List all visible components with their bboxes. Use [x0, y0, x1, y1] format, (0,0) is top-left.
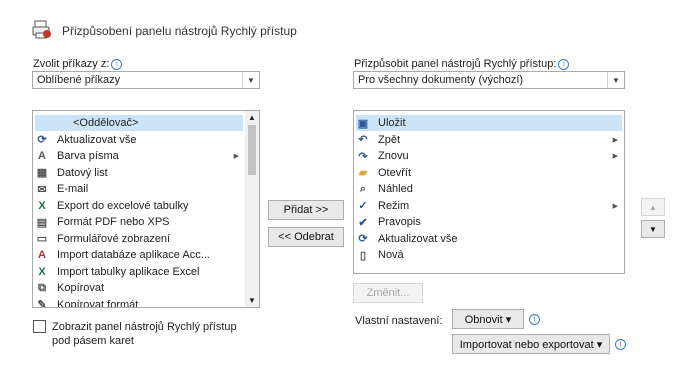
spelling-icon: ✔ — [358, 216, 368, 229]
command-item-label: E-mail — [57, 183, 89, 195]
command-item-label: Formát PDF nebo XPS — [57, 216, 170, 228]
move-up-button[interactable]: ▲ — [641, 198, 665, 216]
qat-command-item[interactable]: ✔ Pravopis — [356, 214, 622, 230]
reset-button[interactable]: Obnovit ▾ — [452, 309, 524, 329]
refresh-all-icon: ⟳ — [37, 134, 47, 146]
info-icon[interactable]: i — [527, 313, 540, 325]
qat-command-item-label: Náhled — [378, 183, 413, 195]
move-down-button[interactable]: ▼ — [641, 220, 665, 238]
command-item[interactable]: <Oddělovač> — [35, 115, 243, 131]
command-item[interactable]: X Import tabulky aplikace Excel — [35, 264, 243, 280]
qat-command-item[interactable]: ↷ Znovu ▶ — [356, 148, 622, 164]
qat-commands-list[interactable]: ▣ Uložit ↶ Zpět ▶ ↷ Znovu ▶ ▰ Otevřít ⌕ Náhled ✓ Reži… — [353, 110, 625, 274]
form-view-icon: ▭ — [36, 233, 48, 245]
command-item[interactable]: ▤ Formát PDF nebo XPS — [35, 214, 243, 230]
command-item-label: Import tabulky aplikace Excel — [57, 265, 200, 278]
add-button[interactable]: Přidat >> — [268, 200, 344, 220]
qat-command-item[interactable]: ✓ Režim ▶ — [356, 198, 622, 214]
submenu-arrow-icon: ▶ — [612, 153, 618, 160]
excel-export-icon: X — [38, 199, 46, 212]
datasheet-icon: ▦ — [36, 167, 48, 179]
custom-settings-label: Vlastní nastavení: — [355, 315, 443, 327]
qat-command-item-label: Znovu — [378, 150, 409, 162]
pdf-xps-icon: ▤ — [36, 216, 48, 229]
qat-command-item[interactable]: ▯ Nová — [356, 247, 622, 263]
command-item-label: Barva písma — [57, 150, 119, 162]
qat-command-item[interactable]: ▰ Otevřít — [356, 165, 622, 181]
dialog-title: Přizpůsobení panelu nástrojů Rychlý přís… — [62, 24, 297, 38]
redo-icon: ↷ — [358, 150, 368, 163]
command-item[interactable]: ⧉ Kopírovat — [35, 280, 243, 296]
command-item[interactable]: A Barva písma ▶ — [35, 148, 243, 164]
scroll-thumb[interactable] — [248, 125, 256, 175]
scrollbar[interactable]: ▲ ▼ — [245, 111, 259, 307]
command-item-label: Aktualizovat vše — [57, 133, 137, 146]
excel-import-icon: X — [38, 265, 46, 278]
show-below-ribbon-label-2: pod pásem karet — [52, 335, 134, 347]
submenu-arrow-icon: ▶ — [612, 136, 618, 144]
qat-command-item-label: Otevřít — [378, 166, 412, 179]
scroll-down-icon[interactable]: ▼ — [245, 296, 259, 305]
command-item[interactable]: ✎ Kopírovat formát — [35, 297, 243, 308]
command-item-label: <Oddělovač> — [73, 117, 139, 129]
command-item[interactable]: ▦ Datový list — [35, 165, 243, 181]
qat-command-item-label: Zpět — [378, 133, 401, 146]
qat-command-item-label: Nová — [378, 249, 404, 261]
commands-list[interactable]: <Oddělovač> ⟳ Aktualizovat vše A Barva písma… — [32, 110, 260, 308]
new-document-icon: ▯ — [359, 249, 367, 262]
command-item[interactable]: A Import databáze aplikace Acc... — [35, 247, 243, 263]
chevron-down-icon: ▼ — [607, 72, 624, 88]
print-preview-icon: ⌕ — [359, 182, 367, 195]
qat-command-item[interactable]: ▣ Uložit — [356, 115, 622, 131]
font-color-icon: A — [38, 150, 46, 162]
header-icon — [32, 19, 52, 39]
qat-command-item-label: Režim — [378, 199, 410, 212]
command-item-label: Import databáze aplikace Acc... — [57, 249, 210, 261]
mode-icon: ✓ — [358, 200, 368, 212]
choose-commands-label: Zvolit příkazy z: i — [33, 58, 123, 70]
format-painter-icon: ✎ — [37, 299, 47, 308]
chevron-down-icon: ▼ — [242, 72, 259, 88]
command-item[interactable]: ⟳ Aktualizovat vše — [35, 132, 243, 148]
submenu-arrow-icon: ▶ — [612, 202, 618, 210]
show-below-ribbon-label: Zobrazit panel nástrojů Rychlý přístup — [52, 321, 237, 333]
info-icon[interactable]: i — [613, 338, 626, 350]
open-folder-icon: ▰ — [358, 167, 368, 179]
choose-commands-dropdown[interactable]: Oblíbené příkazy ▼ — [32, 71, 260, 89]
qat-command-item-label: Uložit — [378, 117, 406, 129]
customize-for-dropdown[interactable]: Pro všechny dokumenty (výchozí) ▼ — [353, 71, 625, 89]
email-icon: ✉ — [37, 183, 47, 196]
command-item[interactable]: ✉ E-mail — [35, 181, 243, 197]
remove-button[interactable]: << Odebrat — [268, 227, 344, 247]
customize-qat-label: Přizpůsobit panel nástrojů Rychlý přístu… — [354, 58, 570, 70]
qat-command-item[interactable]: ↶ Zpět ▶ — [356, 132, 622, 148]
command-item-label: Formulářové zobrazení — [57, 232, 171, 245]
qat-command-item-label: Aktualizovat vše — [378, 232, 458, 245]
save-icon: ▣ — [357, 117, 369, 130]
access-import-icon: A — [38, 249, 46, 261]
command-item-label: Kopírovat formát — [57, 298, 139, 308]
submenu-arrow-icon: ▶ — [233, 153, 239, 160]
command-item-label: Datový list — [57, 166, 108, 179]
scroll-up-icon[interactable]: ▲ — [245, 113, 259, 122]
copy-icon: ⧉ — [38, 281, 46, 294]
qat-command-item-label: Pravopis — [378, 216, 421, 228]
qat-command-item[interactable]: ⟳ Aktualizovat vše — [356, 231, 622, 247]
info-icon[interactable]: i — [558, 58, 570, 70]
info-icon[interactable]: i — [111, 58, 123, 70]
command-item-label: Kopírovat — [57, 282, 105, 294]
qat-command-item[interactable]: ⌕ Náhled — [356, 181, 622, 197]
import-export-button[interactable]: Importovat nebo exportovat ▾ — [452, 334, 610, 354]
command-item[interactable]: ▭ Formulářové zobrazení — [35, 231, 243, 247]
modify-button[interactable]: Změnit... — [353, 283, 423, 303]
show-below-ribbon-checkbox[interactable] — [33, 320, 46, 333]
command-item-label: Export do excelové tabulky — [57, 199, 189, 212]
refresh-all-icon: ⟳ — [358, 233, 368, 245]
command-item[interactable]: X Export do excelové tabulky — [35, 198, 243, 214]
undo-icon: ↶ — [358, 134, 368, 146]
